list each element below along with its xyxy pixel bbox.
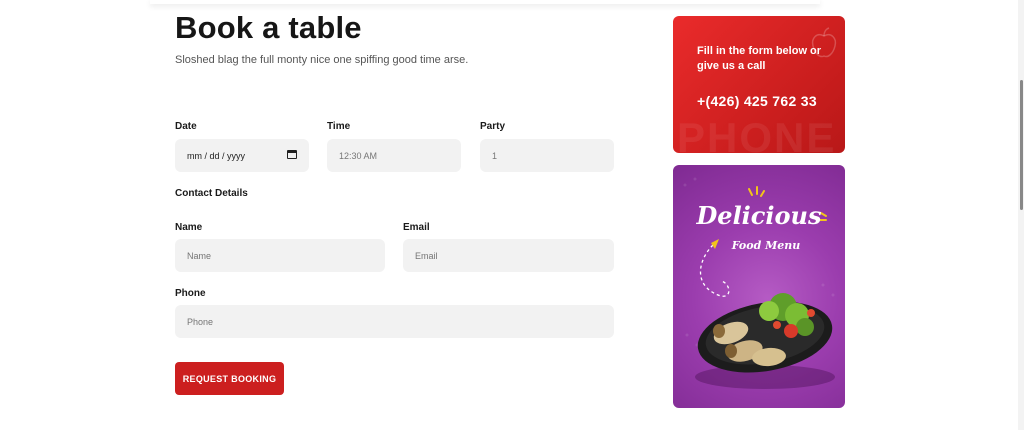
name-field[interactable]	[175, 239, 385, 272]
name-input[interactable]	[187, 250, 373, 261]
phone-label: Phone	[175, 288, 206, 299]
name-label: Name	[175, 222, 203, 233]
party-label: Party	[480, 121, 506, 132]
time-field[interactable]: 12:30 AM	[327, 139, 461, 172]
party-value: 1	[492, 150, 498, 161]
date-label: Date	[175, 121, 197, 132]
time-value: 12:30 AM	[339, 150, 378, 161]
calendar-icon[interactable]	[287, 150, 297, 159]
phone-input[interactable]	[187, 316, 602, 327]
date-field[interactable]: mm / dd / yyyy	[175, 139, 309, 172]
call-promo-card: Fill in the form below or give us a call…	[673, 16, 845, 153]
call-message: Fill in the form below or give us a call	[697, 45, 822, 72]
phone-field[interactable]	[175, 305, 614, 338]
email-input[interactable]	[415, 250, 602, 261]
menu-headline: Delicious	[696, 201, 822, 230]
header-shadow	[150, 0, 820, 4]
page-title: Book a table	[175, 10, 362, 45]
page-subtitle: Sloshed blag the full monty nice one spi…	[175, 54, 469, 66]
email-field[interactable]	[403, 239, 614, 272]
time-label: Time	[327, 121, 351, 132]
page-scrollbar[interactable]	[1018, 0, 1024, 430]
party-field[interactable]: 1	[480, 139, 614, 172]
contact-details-heading: Contact Details	[175, 188, 248, 199]
dashed-arrow	[700, 244, 730, 297]
scrollbar-thumb[interactable]	[1020, 80, 1023, 210]
date-value: mm / dd / yyyy	[187, 150, 246, 161]
phone-watermark: PHONE	[677, 114, 837, 153]
food-menu-promo-card[interactable]: Delicious Food Menu	[673, 165, 845, 408]
request-booking-button[interactable]: REQUEST BOOKING	[175, 362, 284, 395]
menu-subline: Food Menu	[731, 239, 801, 252]
call-phone-number[interactable]: +(426) 425 762 33	[697, 93, 817, 109]
email-label: Email	[403, 222, 430, 233]
